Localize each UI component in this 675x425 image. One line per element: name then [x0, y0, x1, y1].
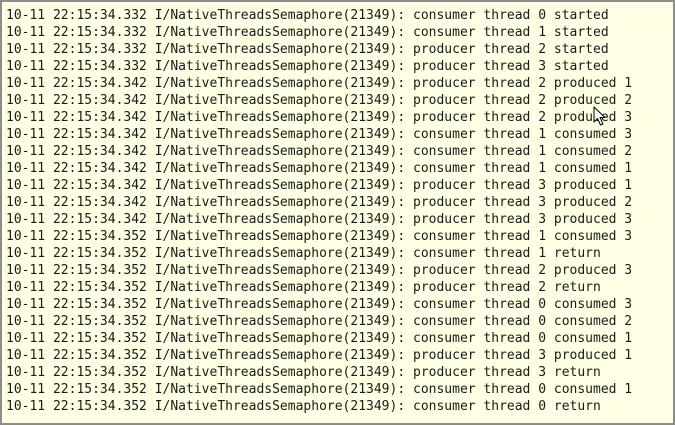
log-line: 10-11 22:15:34.342 I/NativeThreadsSemaph…: [6, 127, 633, 142]
log-line: 10-11 22:15:34.332 I/NativeThreadsSemaph…: [6, 59, 609, 74]
mouse-pointer-icon: [593, 106, 606, 126]
log-line: 10-11 22:15:34.352 I/NativeThreadsSemaph…: [6, 297, 633, 312]
log-line: 10-11 22:15:34.342 I/NativeThreadsSemaph…: [6, 212, 633, 227]
log-line: 10-11 22:15:34.352 I/NativeThreadsSemaph…: [6, 314, 633, 329]
log-line: 10-11 22:15:34.352 I/NativeThreadsSemaph…: [6, 280, 601, 295]
log-line: 10-11 22:15:34.352 I/NativeThreadsSemaph…: [6, 331, 633, 346]
log-line: 10-11 22:15:34.352 I/NativeThreadsSemaph…: [6, 263, 633, 278]
log-lines: 10-11 22:15:34.332 I/NativeThreadsSemaph…: [6, 7, 671, 415]
log-line: 10-11 22:15:34.342 I/NativeThreadsSemaph…: [6, 76, 633, 91]
log-line: 10-11 22:15:34.342 I/NativeThreadsSemaph…: [6, 161, 633, 176]
log-line: 10-11 22:15:34.352 I/NativeThreadsSemaph…: [6, 229, 633, 244]
log-line: 10-11 22:15:34.352 I/NativeThreadsSemaph…: [6, 246, 601, 261]
log-line: 10-11 22:15:34.352 I/NativeThreadsSemaph…: [6, 365, 601, 380]
log-line: 10-11 22:15:34.342 I/NativeThreadsSemaph…: [6, 144, 633, 159]
log-output-panel[interactable]: 10-11 22:15:34.332 I/NativeThreadsSemaph…: [0, 0, 675, 425]
log-line: 10-11 22:15:34.342 I/NativeThreadsSemaph…: [6, 178, 633, 193]
log-line: 10-11 22:15:34.342 I/NativeThreadsSemaph…: [6, 93, 633, 108]
log-line: 10-11 22:15:34.332 I/NativeThreadsSemaph…: [6, 8, 609, 23]
log-line: 10-11 22:15:34.352 I/NativeThreadsSemaph…: [6, 399, 601, 414]
log-line: 10-11 22:15:34.342 I/NativeThreadsSemaph…: [6, 195, 633, 210]
log-line: 10-11 22:15:34.332 I/NativeThreadsSemaph…: [6, 25, 609, 40]
log-line: 10-11 22:15:34.332 I/NativeThreadsSemaph…: [6, 42, 609, 57]
log-line: 10-11 22:15:34.352 I/NativeThreadsSemaph…: [6, 382, 633, 397]
log-line: 10-11 22:15:34.342 I/NativeThreadsSemaph…: [6, 110, 633, 125]
log-line: 10-11 22:15:34.352 I/NativeThreadsSemaph…: [6, 348, 633, 363]
